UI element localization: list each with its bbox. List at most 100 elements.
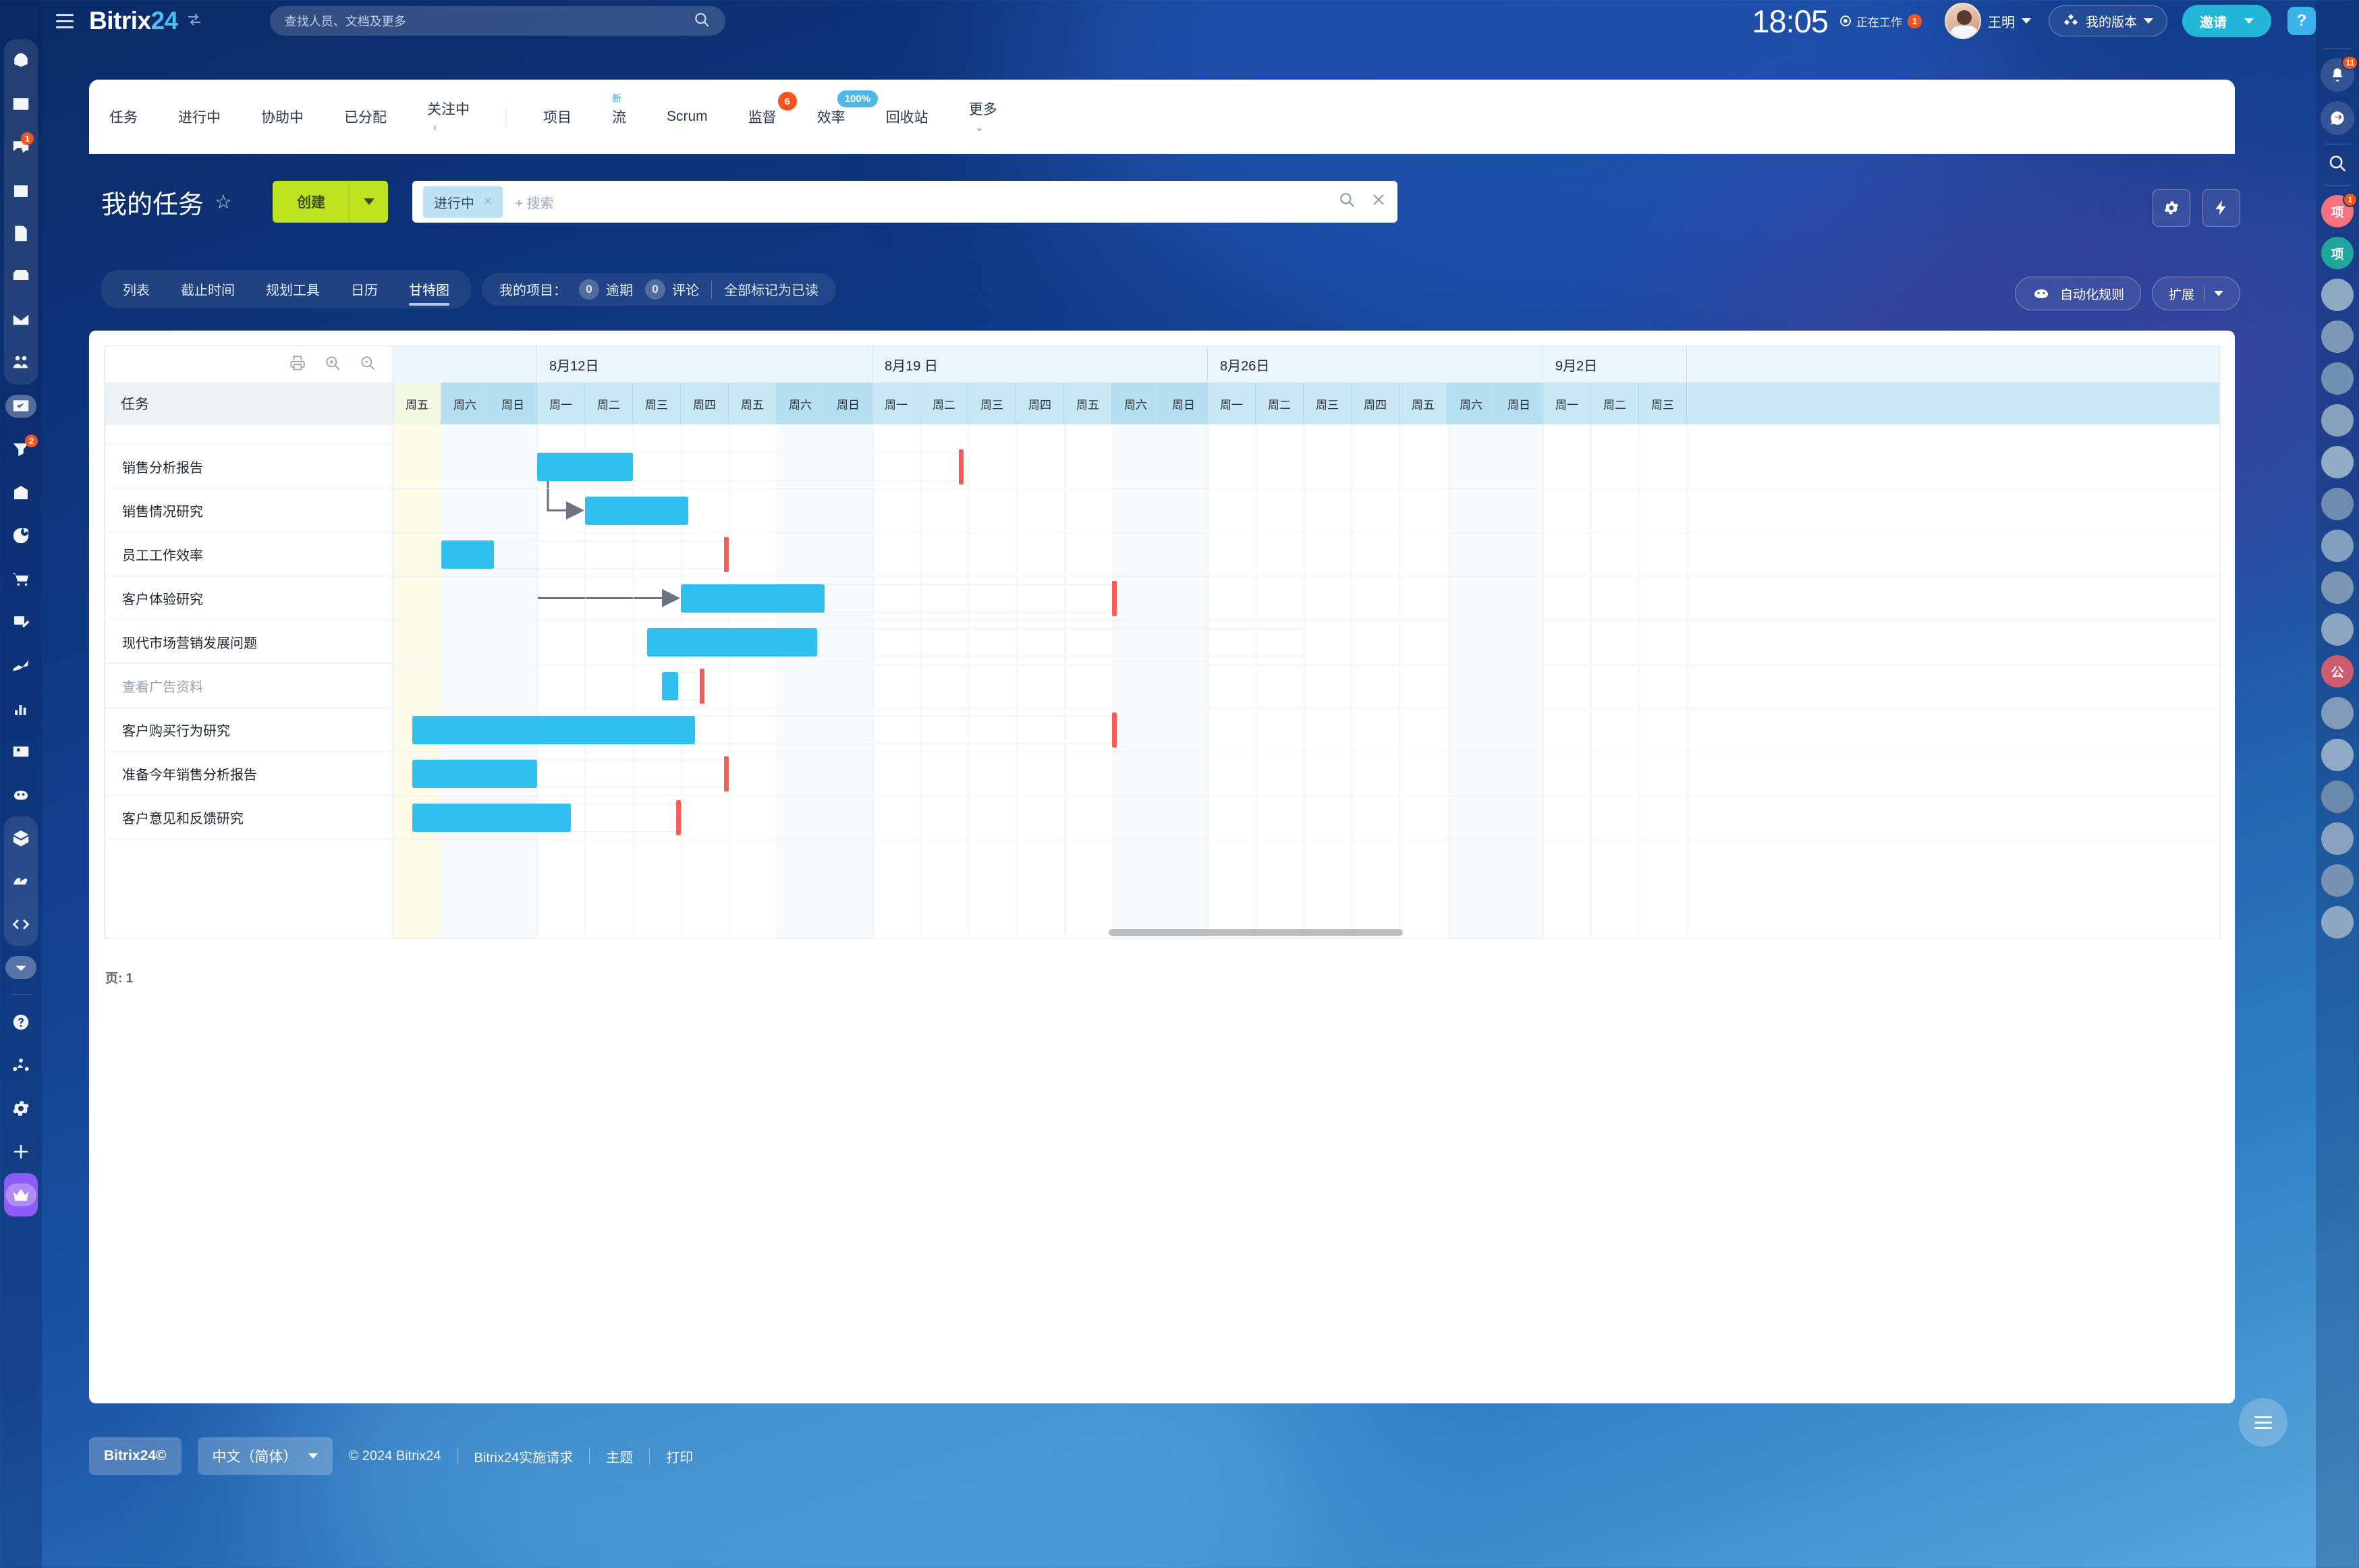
sidebar-item-market[interactable] bbox=[4, 860, 38, 903]
sidebar-item-plus[interactable] bbox=[0, 1130, 42, 1173]
notifications-button[interactable]: 11 bbox=[2321, 55, 2358, 92]
sidebar-item-marketing[interactable] bbox=[0, 644, 42, 687]
footer-link-2[interactable]: 打印 bbox=[666, 1447, 693, 1466]
avatar[interactable] bbox=[2321, 404, 2354, 437]
comments-counter[interactable]: 0 评论 bbox=[645, 279, 699, 300]
nav-tab-3[interactable]: 已分配 bbox=[324, 107, 407, 127]
task-row[interactable]: 现代市场营销发展问题 bbox=[105, 620, 393, 664]
overdue-counter[interactable]: 0 逾期 bbox=[579, 279, 633, 300]
filter-search-placeholder[interactable]: + 搜索 bbox=[515, 192, 553, 212]
extend-button[interactable]: 扩展 bbox=[2151, 277, 2240, 310]
chevron-down-icon[interactable] bbox=[308, 1453, 318, 1459]
avatar[interactable] bbox=[2321, 864, 2354, 897]
deadline-marker[interactable] bbox=[1112, 712, 1117, 748]
sidebar-item-crown[interactable] bbox=[4, 1173, 38, 1216]
sidebar-item-help[interactable] bbox=[0, 1001, 42, 1044]
chevron-down-icon[interactable] bbox=[2144, 18, 2153, 24]
automation-rules-button[interactable]: 自动化规则 bbox=[2014, 277, 2141, 310]
sidebar-item-target[interactable] bbox=[0, 514, 42, 557]
task-row[interactable]: 准备今年销售分析报告 bbox=[105, 752, 393, 795]
nav-tab-11[interactable]: 更多 ⌄ bbox=[949, 99, 1018, 135]
deadline-marker[interactable] bbox=[958, 449, 964, 484]
view-tab-3[interactable]: 日历 bbox=[336, 274, 393, 304]
sidebar-item-share[interactable] bbox=[0, 1044, 42, 1087]
gantt-bar[interactable] bbox=[441, 540, 495, 569]
task-row[interactable]: 销售情况研究 bbox=[105, 488, 393, 532]
avatar[interactable] bbox=[2321, 488, 2354, 520]
search-icon[interactable] bbox=[693, 11, 711, 32]
avatar[interactable] bbox=[2321, 446, 2354, 478]
nav-tab-7[interactable]: Scrum bbox=[646, 109, 728, 125]
deadline-marker[interactable] bbox=[1112, 580, 1117, 616]
sidebar-item-feed[interactable] bbox=[4, 82, 38, 125]
language-selector[interactable]: 中文（简体） bbox=[197, 1437, 333, 1475]
sidebar-item-signature[interactable] bbox=[0, 600, 42, 644]
create-button[interactable]: 创建 bbox=[273, 181, 389, 223]
sidebar-item-gear[interactable] bbox=[0, 1087, 42, 1130]
view-tab-4[interactable]: 甘特图 bbox=[394, 274, 464, 306]
close-icon[interactable]: × bbox=[484, 194, 492, 210]
deadline-marker[interactable] bbox=[723, 536, 729, 572]
sidebar-item-mail[interactable] bbox=[4, 298, 38, 341]
working-status[interactable]: 正在工作 1 bbox=[1839, 13, 1922, 30]
avatar[interactable] bbox=[2321, 613, 2354, 646]
chevron-down-icon[interactable] bbox=[2021, 18, 2031, 24]
avatar[interactable]: 项1 bbox=[2321, 192, 2358, 227]
deadline-marker[interactable] bbox=[675, 800, 681, 835]
invite-button[interactable]: 邀请 bbox=[2182, 5, 2271, 37]
nav-tab-4[interactable]: 关注中 ‹ bbox=[407, 99, 490, 135]
nav-tab-9[interactable]: 效率 100% bbox=[797, 90, 879, 127]
gantt-bar[interactable] bbox=[681, 584, 825, 613]
avatar[interactable] bbox=[2321, 822, 2354, 855]
settings-button[interactable] bbox=[2153, 189, 2190, 227]
help-button[interactable]: ? bbox=[2287, 7, 2316, 35]
sidebar-item-chevron-down[interactable] bbox=[0, 946, 42, 989]
task-row[interactable]: 员工工作效率 bbox=[105, 532, 393, 576]
avatar[interactable] bbox=[2321, 320, 2354, 353]
task-row[interactable]: 销售分析报告 bbox=[105, 445, 393, 488]
nav-tab-10[interactable]: 回收站 bbox=[866, 107, 949, 127]
avatar[interactable]: 公 bbox=[2321, 655, 2354, 688]
sidebar-item-drive[interactable] bbox=[4, 255, 38, 298]
filter-search-icon[interactable] bbox=[1338, 191, 1356, 213]
task-row[interactable]: 客户体验研究 bbox=[105, 576, 393, 620]
footer-link-1[interactable]: 主题 bbox=[606, 1447, 633, 1466]
view-tab-1[interactable]: 截止时间 bbox=[166, 274, 250, 304]
floating-menu-button[interactable] bbox=[2239, 1398, 2287, 1447]
avatar[interactable]: 项 bbox=[2321, 237, 2354, 269]
footer-link-0[interactable]: Bitrix24实施请求 bbox=[474, 1447, 574, 1466]
sidebar-item-network[interactable] bbox=[4, 39, 38, 82]
avatar[interactable] bbox=[2321, 571, 2354, 604]
task-row[interactable]: 客户购买行为研究 bbox=[105, 708, 393, 752]
zoom-in-icon[interactable] bbox=[324, 354, 341, 375]
view-tab-0[interactable]: 列表 bbox=[108, 274, 165, 304]
avatar[interactable] bbox=[2321, 279, 2354, 311]
my-version-button[interactable]: 我的版本 bbox=[2048, 5, 2167, 36]
avatar[interactable] bbox=[2321, 906, 2354, 939]
gantt-bar[interactable] bbox=[412, 803, 571, 832]
gantt-bar[interactable] bbox=[412, 759, 537, 788]
menu-burger-icon[interactable] bbox=[50, 6, 80, 36]
sidebar-item-automation[interactable] bbox=[0, 773, 42, 816]
gantt-bar[interactable] bbox=[585, 496, 688, 525]
avatar[interactable] bbox=[1944, 3, 1981, 39]
pulse-chat-button[interactable] bbox=[2321, 101, 2354, 135]
deadline-marker[interactable] bbox=[723, 756, 729, 791]
user-menu[interactable]: 王明 bbox=[1944, 3, 2031, 39]
nav-tab-2[interactable]: 协助中 bbox=[241, 107, 324, 127]
nav-tab-6[interactable]: 流新 bbox=[592, 93, 646, 127]
gantt-bar[interactable] bbox=[661, 671, 679, 700]
sidebar-item-company[interactable] bbox=[0, 471, 42, 514]
favorite-star-icon[interactable]: ☆ bbox=[215, 190, 232, 214]
sidebar-item-cart[interactable] bbox=[0, 557, 42, 600]
sidebar-item-funnel[interactable]: 2 bbox=[0, 428, 42, 471]
sidebar-item-code[interactable] bbox=[4, 903, 38, 946]
nav-tab-0[interactable]: 任务 bbox=[89, 107, 158, 127]
chevron-down-icon[interactable] bbox=[2214, 291, 2223, 296]
sidebar-item-contacts[interactable] bbox=[0, 730, 42, 773]
create-dropdown[interactable] bbox=[350, 181, 388, 223]
footer-logo[interactable]: Bitrix24© bbox=[89, 1437, 182, 1475]
view-tab-2[interactable]: 规划工具 bbox=[251, 274, 335, 304]
automation-lightning-button[interactable] bbox=[2202, 189, 2240, 227]
gantt-bar[interactable] bbox=[412, 715, 696, 744]
